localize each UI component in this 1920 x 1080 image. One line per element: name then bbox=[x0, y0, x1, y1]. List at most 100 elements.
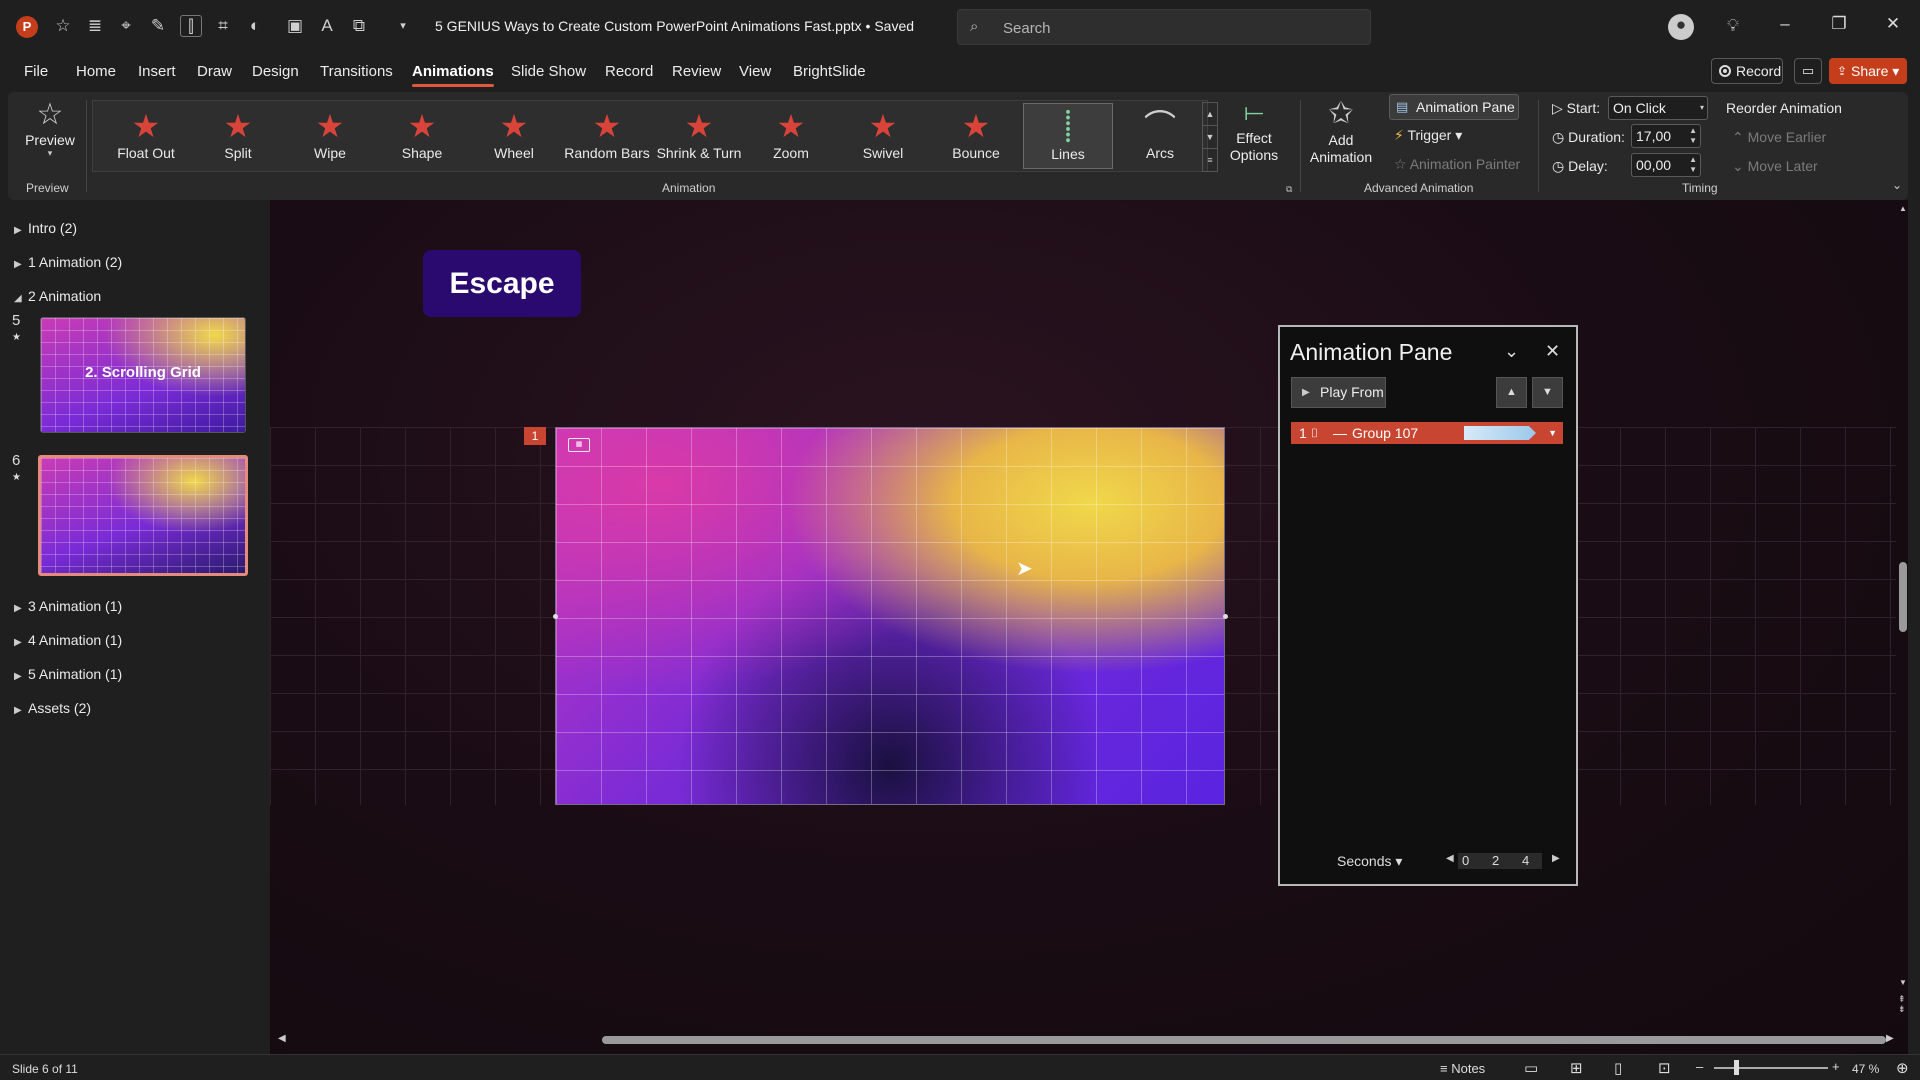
move-later-button[interactable]: ⌄ Move Later bbox=[1732, 158, 1818, 175]
tab-record[interactable]: Record bbox=[605, 63, 653, 80]
tab-insert[interactable]: Insert bbox=[138, 63, 176, 80]
chevron-down-icon[interactable]: ▼ bbox=[1548, 422, 1557, 444]
delay-input[interactable]: 00,00 ▲ ▼ bbox=[1631, 153, 1701, 177]
zoom-slider[interactable] bbox=[1714, 1067, 1828, 1069]
text-icon[interactable]: A bbox=[316, 15, 338, 37]
picture-icon[interactable]: ▣ bbox=[284, 15, 306, 37]
search-input[interactable]: ⌕ Search bbox=[957, 9, 1371, 45]
collapse-ribbon-icon[interactable]: ⌄ bbox=[1892, 178, 1902, 192]
tab-view[interactable]: View bbox=[739, 63, 771, 80]
pen-icon[interactable]: ✎ bbox=[147, 15, 169, 37]
scroll-right-icon[interactable]: ▶ bbox=[1886, 1033, 1894, 1044]
spinner-icon[interactable]: ▲ ▼ bbox=[1689, 155, 1697, 175]
animation-lines[interactable]: ⸽ Lines bbox=[1023, 103, 1113, 169]
section-5-animation[interactable]: ▶ 5 Animation (1) bbox=[14, 666, 122, 682]
scroll-thumb[interactable] bbox=[1899, 562, 1907, 632]
section-4-animation[interactable]: ▶ 4 Animation (1) bbox=[14, 632, 122, 648]
animation-shrink-turn[interactable]: ★ Shrink & Turn bbox=[654, 103, 744, 169]
add-animation-button[interactable]: ✩ Add Animation bbox=[1306, 96, 1376, 166]
animation-list-item[interactable]: 1 ⌷ — Group 107 ▼ bbox=[1291, 422, 1563, 444]
dialog-launcher-icon[interactable]: ⧉ bbox=[1286, 184, 1292, 195]
duration-input[interactable]: 17,00 ▲ ▼ bbox=[1631, 124, 1701, 148]
close-icon[interactable]: ✕ bbox=[1878, 14, 1908, 34]
star-icon[interactable]: ☆ bbox=[52, 15, 74, 37]
gallery-scroll[interactable]: ▲ ▼ ≡ bbox=[1202, 102, 1218, 172]
animation-shape[interactable]: ★ Shape bbox=[377, 103, 467, 169]
timeline-bar[interactable] bbox=[1464, 426, 1536, 440]
crop-icon[interactable]: ⌗ bbox=[212, 15, 234, 37]
zoom-in-icon[interactable]: + bbox=[1832, 1059, 1840, 1074]
share-button[interactable]: ⇪ Share ▾ bbox=[1829, 58, 1907, 84]
slide-canvas[interactable]: Escape 1 ▦ ➤ bbox=[270, 200, 1908, 1054]
shapes-icon[interactable]: ◐ bbox=[244, 15, 266, 37]
animation-zoom[interactable]: ★ Zoom bbox=[746, 103, 836, 169]
zoom-level[interactable]: 47 % bbox=[1852, 1062, 1879, 1076]
tab-brightslide[interactable]: BrightSlide bbox=[793, 63, 866, 80]
animation-arcs[interactable]: ⌒ Arcs bbox=[1115, 103, 1205, 169]
tab-home[interactable]: Home bbox=[76, 63, 116, 80]
tab-animations[interactable]: Animations bbox=[412, 63, 494, 87]
align-icon[interactable]: ⫿ bbox=[180, 15, 202, 37]
resize-handle[interactable] bbox=[553, 614, 558, 619]
scroll-down-icon[interactable]: ▼ bbox=[1899, 978, 1907, 987]
timeline-left-icon[interactable]: ◀ bbox=[1446, 853, 1454, 864]
zoom-out-icon[interactable]: – bbox=[1696, 1059, 1703, 1074]
animation-painter-button[interactable]: ☆ Animation Painter bbox=[1394, 156, 1520, 173]
document-title[interactable]: 5 GENIUS Ways to Create Custom PowerPoin… bbox=[435, 18, 914, 34]
slide-thumbnail-5[interactable]: 2. Scrolling Grid bbox=[40, 317, 246, 433]
slideshow-icon[interactable]: ⊡ bbox=[1658, 1059, 1671, 1077]
play-from-button[interactable]: ▶ Play From bbox=[1291, 377, 1386, 408]
trigger-button[interactable]: ⚡︎ Trigger ▾ bbox=[1394, 127, 1462, 144]
tab-transitions[interactable]: Transitions bbox=[320, 63, 393, 80]
minimize-icon[interactable]: – bbox=[1770, 14, 1800, 34]
move-down-button[interactable]: ▼ bbox=[1532, 377, 1563, 408]
gallery-down-icon[interactable]: ▼ bbox=[1203, 126, 1217, 149]
gallery-up-icon[interactable]: ▲ bbox=[1203, 103, 1217, 126]
screen-icon[interactable]: ⧉ bbox=[348, 15, 370, 37]
tab-slide-show[interactable]: Slide Show bbox=[511, 63, 586, 80]
slide-sorter-icon[interactable]: ⊞ bbox=[1570, 1059, 1583, 1077]
gallery-more-icon[interactable]: ≡ bbox=[1203, 149, 1217, 172]
timeline-right-icon[interactable]: ▶ bbox=[1552, 853, 1560, 864]
section-intro[interactable]: ▶ Intro (2) bbox=[14, 220, 77, 236]
reading-view-icon[interactable]: ▯ bbox=[1614, 1059, 1622, 1077]
tab-file[interactable]: File bbox=[24, 63, 48, 80]
crosshair-icon[interactable]: ⌖ bbox=[115, 15, 137, 37]
animation-split[interactable]: ★ Split bbox=[193, 103, 283, 169]
animation-random-bars[interactable]: ★ Random Bars bbox=[562, 103, 652, 169]
animation-float-out[interactable]: ★ Float Out bbox=[101, 103, 191, 169]
restore-icon[interactable]: ❐ bbox=[1824, 14, 1854, 34]
section-3-animation[interactable]: ▶ 3 Animation (1) bbox=[14, 598, 122, 614]
section-1-animation[interactable]: ▶ 1 Animation (2) bbox=[14, 254, 122, 270]
tab-draw[interactable]: Draw bbox=[197, 63, 232, 80]
animation-wipe[interactable]: ★ Wipe bbox=[285, 103, 375, 169]
horizontal-scrollbar[interactable]: ◀ ▶ bbox=[270, 1032, 1898, 1048]
animation-pane-button[interactable]: ▤ Animation Pane bbox=[1389, 94, 1519, 120]
fit-slide-icon[interactable]: ⊕ bbox=[1896, 1059, 1909, 1077]
animation-wheel[interactable]: ★ Wheel bbox=[469, 103, 559, 169]
scroll-up-icon[interactable]: ▲ bbox=[1899, 204, 1907, 213]
section-2-animation[interactable]: ◢ 2 Animation bbox=[14, 288, 101, 304]
close-icon[interactable]: ✕ bbox=[1545, 341, 1560, 362]
animation-swivel[interactable]: ★ Swivel bbox=[838, 103, 928, 169]
normal-view-icon[interactable]: ▭ bbox=[1524, 1059, 1538, 1077]
customize-dropdown-icon[interactable]: ▾ bbox=[392, 15, 414, 37]
pane-options-icon[interactable]: ⌄ bbox=[1504, 341, 1519, 362]
spinner-icon[interactable]: ▲ ▼ bbox=[1689, 126, 1697, 146]
section-assets[interactable]: ▶ Assets (2) bbox=[14, 700, 91, 716]
slide-thumbnail-6[interactable] bbox=[38, 455, 248, 576]
page-nav-icon[interactable]: ⇞ ⇟ bbox=[1898, 994, 1906, 1014]
seconds-dropdown[interactable]: Seconds ▾ bbox=[1337, 853, 1402, 870]
move-earlier-button[interactable]: ⌃ Move Earlier bbox=[1732, 129, 1826, 146]
avatar[interactable]: ● bbox=[1668, 14, 1694, 40]
gradient-grid-group[interactable] bbox=[555, 427, 1225, 805]
zoom-slider-knob[interactable] bbox=[1734, 1060, 1739, 1075]
list-icon[interactable]: ≣ bbox=[84, 15, 106, 37]
resize-handle[interactable] bbox=[1223, 614, 1228, 619]
animation-order-tag[interactable]: 1 bbox=[524, 427, 546, 445]
lightbulb-icon[interactable]: 💡︎ bbox=[1722, 15, 1744, 37]
effect-options-button[interactable]: ⟝ Effect Options bbox=[1224, 96, 1284, 164]
scroll-left-icon[interactable]: ◀ bbox=[278, 1033, 286, 1044]
scroll-thumb[interactable] bbox=[602, 1036, 1886, 1044]
move-up-button[interactable]: ▲ bbox=[1496, 377, 1527, 408]
